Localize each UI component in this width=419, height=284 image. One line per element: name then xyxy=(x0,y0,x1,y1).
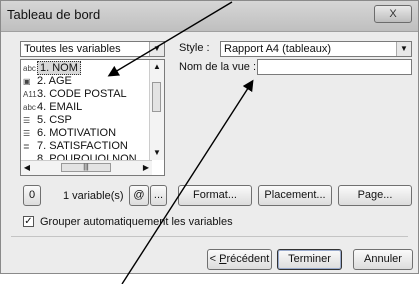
variable-filter-select[interactable]: Toutes les variables ▼ xyxy=(20,41,165,57)
text-variable-icon: abc xyxy=(23,64,36,73)
horizontal-scrollbar[interactable]: ◀ ||| ▶ xyxy=(21,160,152,175)
finish-button[interactable]: Terminer xyxy=(277,249,342,270)
window-title: Tableau de bord xyxy=(7,7,101,22)
list-item[interactable]: ▣ 2. AGE xyxy=(23,75,72,88)
view-name-label: Nom de la vue : xyxy=(179,61,257,73)
scroll-up-icon[interactable]: ▲ xyxy=(150,60,164,74)
variable-count: 1 variable(s) xyxy=(63,190,124,202)
style-select[interactable]: Rapport A4 (tableaux) ▼ xyxy=(220,41,412,57)
chevron-down-icon[interactable]: ▼ xyxy=(149,42,164,56)
list-item[interactable]: A113. CODE POSTAL xyxy=(23,88,127,101)
text-variable-icon: abc xyxy=(23,103,36,112)
list-item[interactable]: abc 1. NOM xyxy=(23,61,81,75)
variable-list[interactable]: abc 1. NOM ▣ 2. AGE A113. CODE POSTAL abc4… xyxy=(20,59,165,176)
scroll-thumb[interactable] xyxy=(152,82,161,112)
group-checkbox[interactable]: ✓ xyxy=(23,216,34,227)
list-item[interactable]: ☰ 6. MOTIVATION xyxy=(23,127,116,140)
dialog-window: Tableau de bord X Toutes les variables ▼… xyxy=(0,0,419,274)
cancel-button[interactable]: Annuler xyxy=(353,249,413,270)
variable-filter-value: Toutes les variables xyxy=(24,43,121,55)
numeric-variable-icon: ▣ xyxy=(23,77,31,86)
page-button[interactable]: Page... xyxy=(338,185,412,206)
closed-question-icon: ☰ xyxy=(23,129,31,138)
at-button[interactable]: @ xyxy=(129,185,149,206)
style-label: Style : xyxy=(179,42,210,54)
previous-button[interactable]: < Précédent xyxy=(207,249,272,270)
list-item[interactable]: abc4. EMAIL xyxy=(23,101,82,114)
scroll-thumb[interactable]: ||| xyxy=(61,163,111,172)
style-value: Rapport A4 (tableaux) xyxy=(224,43,332,55)
group-option-label: Grouper automatiquement les variables xyxy=(40,216,233,228)
chevron-down-icon[interactable]: ▼ xyxy=(396,42,411,56)
scroll-right-icon[interactable]: ▶ xyxy=(140,161,152,175)
zero-button[interactable]: 0 xyxy=(23,185,41,206)
code-variable-icon: A11 xyxy=(23,90,37,99)
close-button[interactable]: X xyxy=(374,5,412,23)
scroll-left-icon[interactable]: ◀ xyxy=(21,161,33,175)
format-button[interactable]: Format... xyxy=(178,185,252,206)
view-name-input[interactable] xyxy=(257,59,412,75)
title-bar[interactable]: Tableau de bord X xyxy=(1,1,418,32)
footer-divider xyxy=(11,236,408,237)
vertical-scrollbar[interactable]: ▲ ▼ xyxy=(149,60,164,160)
list-item[interactable]: ≣ 7. SATISFACTION xyxy=(23,140,128,153)
scale-variable-icon: ≣ xyxy=(23,142,30,151)
scroll-down-icon[interactable]: ▼ xyxy=(150,146,164,160)
more-button[interactable]: ... xyxy=(150,185,167,206)
placement-button[interactable]: Placement... xyxy=(258,185,332,206)
closed-question-icon: ☰ xyxy=(23,116,31,125)
list-item[interactable]: ☰ 5. CSP xyxy=(23,114,72,127)
